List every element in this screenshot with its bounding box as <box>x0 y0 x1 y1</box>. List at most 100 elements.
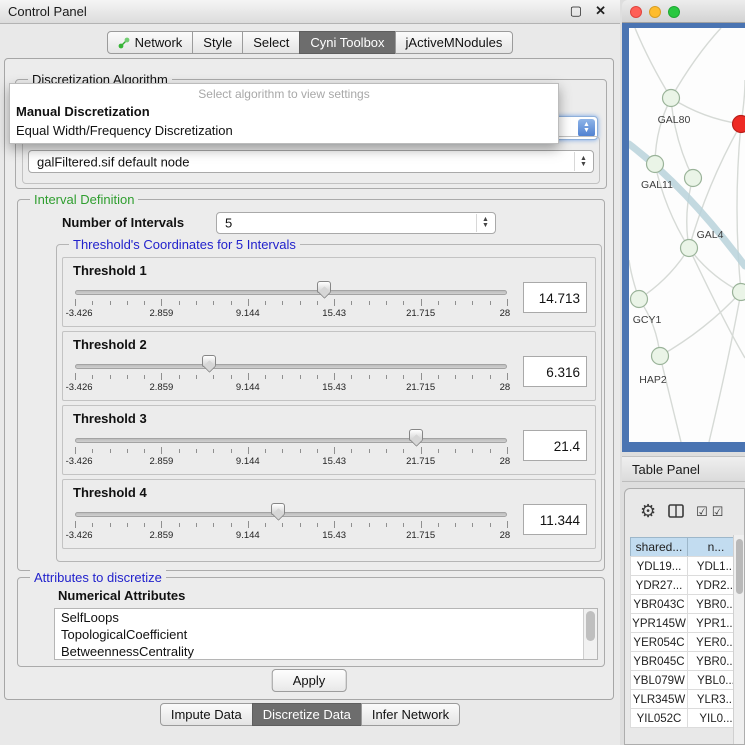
table-cell[interactable]: YPR145W <box>630 613 688 633</box>
tick-mark <box>334 521 335 528</box>
tick-mark <box>300 301 301 305</box>
network-node-highlighted[interactable] <box>733 116 745 133</box>
attributes-list[interactable]: SelfLoopsTopologicalCoefficientBetweenne… <box>54 608 598 660</box>
table-row[interactable]: YER054CYER0... <box>630 633 744 652</box>
scrollbar-thumb[interactable] <box>736 539 743 594</box>
threshold-value-field[interactable]: 11.344 <box>523 504 587 535</box>
tick-mark <box>507 521 508 528</box>
network-edge <box>671 98 693 178</box>
network-node[interactable] <box>685 170 702 187</box>
table-row[interactable]: YIL052CYIL0... <box>630 709 744 728</box>
gear-icon[interactable]: ⚙ <box>640 502 656 520</box>
tick-mark <box>213 301 214 305</box>
tab-style[interactable]: Style <box>192 31 243 54</box>
tick-mark <box>334 447 335 454</box>
tick-mark <box>127 301 128 305</box>
threshold-value-field[interactable]: 6.316 <box>523 356 587 387</box>
table-header-cell[interactable]: shared... <box>630 537 688 557</box>
combobox-stepper-icon[interactable]: ▲▼ <box>476 214 494 232</box>
number-of-intervals-combobox[interactable]: 5 ▲▼ <box>216 212 496 234</box>
apply-button[interactable]: Apply <box>272 669 347 692</box>
network-node[interactable] <box>681 240 698 257</box>
axis-label: 2.859 <box>150 530 174 541</box>
threshold-value-field[interactable]: 21.4 <box>523 430 587 461</box>
table-cell[interactable]: YBR045C <box>630 651 688 671</box>
tab-impute-data[interactable]: Impute Data <box>160 703 253 726</box>
tab-cyni-toolbox[interactable]: Cyni Toolbox <box>299 31 395 54</box>
tab-network[interactable]: Network <box>107 31 194 54</box>
table-cell[interactable]: YBL079W <box>630 670 688 690</box>
checkbox-icon[interactable]: ☑ <box>696 505 708 518</box>
zoom-traffic-light-icon[interactable] <box>668 6 680 18</box>
scrollbar-thumb[interactable] <box>586 611 595 641</box>
network-node[interactable] <box>631 291 648 308</box>
attribute-item[interactable]: SelfLoops <box>55 609 597 626</box>
table-row[interactable]: YBR045CYBR0... <box>630 652 744 671</box>
algorithm-option[interactable]: Equal Width/Frequency Discretization <box>10 121 558 140</box>
tick-mark <box>213 375 214 379</box>
tab-discretize-data[interactable]: Discretize Data <box>252 703 362 726</box>
table-row[interactable]: YBR043CYBR0... <box>630 595 744 614</box>
table-cell[interactable]: YDR27... <box>630 575 688 595</box>
thresholds-group-title: Threshold's Coordinates for 5 Intervals <box>69 237 300 252</box>
slider-thumb[interactable] <box>271 503 285 515</box>
slider-thumb[interactable] <box>317 281 331 293</box>
tab-select[interactable]: Select <box>242 31 300 54</box>
tab-jactivemnodules[interactable]: jActiveMNodules <box>395 31 514 54</box>
threshold-slider[interactable]: -3.4262.8599.14415.4321.71528 <box>75 281 507 323</box>
table-cell[interactable]: YER054C <box>630 632 688 652</box>
axis-label: 2.859 <box>150 456 174 467</box>
threshold-block: Threshold 1-3.4262.8599.14415.4321.71528… <box>62 257 596 327</box>
network-node[interactable] <box>647 156 664 173</box>
attribute-item[interactable]: TopologicalCoefficient <box>55 626 597 643</box>
table-row[interactable]: YDR27...YDR2... <box>630 576 744 595</box>
table-data-combobox[interactable]: galFiltered.sif default node ▲▼ <box>28 150 594 173</box>
attribute-item[interactable]: BetweennessCentrality <box>55 643 597 660</box>
combobox-stepper-icon[interactable]: ▲▼ <box>574 152 592 171</box>
slider-track[interactable] <box>75 364 507 369</box>
tick-mark <box>213 523 214 527</box>
float-window-icon[interactable]: ▢ <box>570 3 582 19</box>
threshold-slider[interactable]: -3.4262.8599.14415.4321.71528 <box>75 503 507 545</box>
threshold-value-field[interactable]: 14.713 <box>523 282 587 313</box>
network-node[interactable] <box>733 284 745 301</box>
slider-track[interactable] <box>75 512 507 517</box>
combobox-stepper-icon[interactable]: ▲▼ <box>578 119 595 137</box>
slider-thumb[interactable] <box>202 355 216 367</box>
table-row[interactable]: YLR345WYLR3... <box>630 690 744 709</box>
network-edge <box>655 98 671 164</box>
attributes-scrollbar[interactable] <box>583 609 597 659</box>
network-node[interactable] <box>652 348 669 365</box>
slider-track[interactable] <box>75 290 507 295</box>
checkbox-icon[interactable]: ☑ <box>712 505 724 518</box>
axis-label: -3.426 <box>66 456 93 467</box>
table-cell[interactable]: YDL19... <box>630 556 688 576</box>
table-cell[interactable]: YLR345W <box>630 689 688 709</box>
slider-thumb[interactable] <box>409 429 423 441</box>
table-columns-icon[interactable] <box>668 504 684 518</box>
minimize-traffic-light-icon[interactable] <box>649 6 661 18</box>
threshold-slider[interactable]: -3.4262.8599.14415.4321.71528 <box>75 355 507 397</box>
network-node[interactable] <box>663 90 680 107</box>
threshold-list: Threshold 1-3.4262.8599.14415.4321.71528… <box>62 257 596 549</box>
algorithm-option[interactable]: Manual Discretization <box>10 102 558 121</box>
tab-infer-network[interactable]: Infer Network <box>361 703 460 726</box>
slider-track[interactable] <box>75 438 507 443</box>
tick-mark <box>196 301 197 305</box>
table-row[interactable]: YBL079WYBL0... <box>630 671 744 690</box>
tick-mark <box>196 449 197 453</box>
close-traffic-light-icon[interactable] <box>630 6 642 18</box>
table-cell[interactable]: YIL052C <box>630 708 688 728</box>
tick-mark <box>75 521 76 528</box>
table-row[interactable]: YPR145WYPR1... <box>630 614 744 633</box>
table-row[interactable]: YDL19...YDL1... <box>630 557 744 576</box>
tick-mark <box>110 375 111 379</box>
threshold-slider[interactable]: -3.4262.8599.14415.4321.71528 <box>75 429 507 471</box>
table-cell[interactable]: YBR043C <box>630 594 688 614</box>
table-scrollbar[interactable] <box>733 535 744 744</box>
network-edge <box>660 292 741 356</box>
close-icon[interactable]: ✕ <box>595 3 606 19</box>
network-graph[interactable]: GAL80GAL11GAL4GCY1HAP2 <box>629 28 745 442</box>
screen: Control Panel ▢ ✕ NetworkStyleSelectCyni… <box>0 0 745 745</box>
network-canvas[interactable]: GAL80GAL11GAL4GCY1HAP2 <box>629 28 745 442</box>
